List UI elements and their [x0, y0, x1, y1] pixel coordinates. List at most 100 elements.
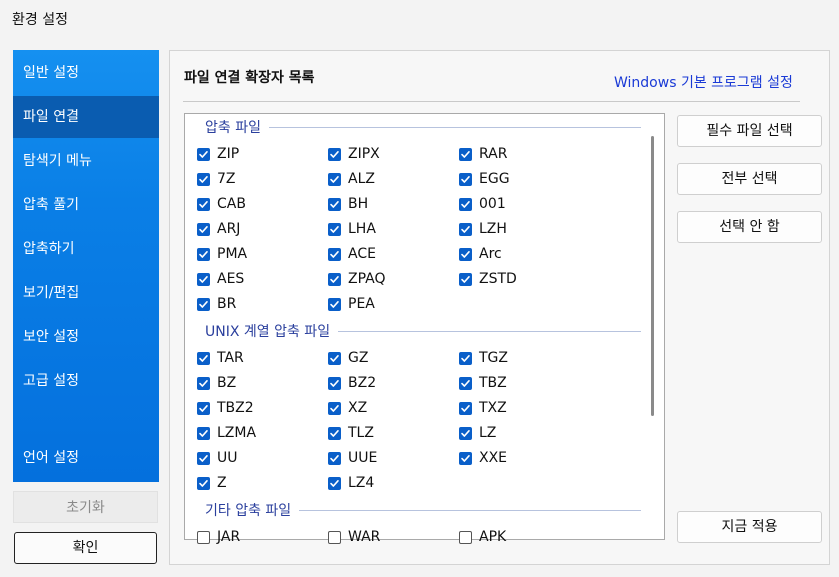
- checkbox-checked-icon[interactable]: [328, 172, 341, 186]
- checkbox-checked-icon[interactable]: [459, 351, 472, 365]
- extension-checkbox[interactable]: BZ2: [328, 373, 376, 393]
- checkbox-unchecked-icon[interactable]: [328, 530, 341, 544]
- checkbox-checked-icon[interactable]: [459, 272, 472, 286]
- extension-checkbox[interactable]: BZ: [197, 373, 236, 393]
- extension-checkbox[interactable]: ACE: [328, 244, 376, 264]
- extension-checkbox[interactable]: AES: [197, 269, 244, 289]
- checkbox-checked-icon[interactable]: [459, 172, 472, 186]
- checkbox-checked-icon[interactable]: [328, 376, 341, 390]
- extension-checkbox[interactable]: LZ: [459, 423, 496, 443]
- extension-checkbox[interactable]: XZ: [328, 398, 367, 418]
- extension-checkbox[interactable]: EGG: [459, 169, 510, 189]
- checkbox-checked-icon[interactable]: [197, 222, 210, 236]
- extension-checkbox[interactable]: Z: [197, 473, 227, 493]
- extension-checkbox[interactable]: JAR: [197, 527, 240, 547]
- extension-checkbox[interactable]: PEA: [328, 294, 375, 314]
- sidebar-item-language[interactable]: 언어 설정: [13, 437, 159, 479]
- sidebar-item-file-association[interactable]: 파일 연결: [13, 96, 159, 138]
- extension-checkbox[interactable]: UUE: [328, 448, 377, 468]
- ok-button[interactable]: 확인: [14, 532, 157, 564]
- checkbox-checked-icon[interactable]: [197, 401, 210, 415]
- extension-checkbox[interactable]: ALZ: [328, 169, 375, 189]
- extension-checkbox[interactable]: ZPAQ: [328, 269, 386, 289]
- select-required-button[interactable]: 필수 파일 선택: [677, 115, 822, 147]
- sidebar-item-security[interactable]: 보안 설정: [13, 316, 159, 358]
- sidebar-item-explorer-menu[interactable]: 탐색기 메뉴: [13, 140, 159, 182]
- extension-checkbox[interactable]: CAB: [197, 194, 246, 214]
- extension-checkbox[interactable]: Arc: [459, 244, 502, 264]
- sidebar-item-compress[interactable]: 압축하기: [13, 228, 159, 270]
- select-none-button[interactable]: 선택 안 함: [677, 211, 822, 243]
- checkbox-checked-icon[interactable]: [459, 401, 472, 415]
- checkbox-checked-icon[interactable]: [459, 147, 472, 161]
- checkbox-checked-icon[interactable]: [197, 476, 210, 490]
- extension-checkbox[interactable]: BH: [328, 194, 368, 214]
- checkbox-checked-icon[interactable]: [197, 247, 210, 261]
- windows-default-programs-link[interactable]: Windows 기본 프로그램 설정: [614, 72, 793, 92]
- checkbox-checked-icon[interactable]: [328, 147, 341, 161]
- checkbox-checked-icon[interactable]: [197, 351, 210, 365]
- reset-button[interactable]: 초기화: [13, 491, 158, 523]
- extension-checkbox[interactable]: ZIP: [197, 144, 239, 164]
- sidebar-item-extract[interactable]: 압축 풀기: [13, 184, 159, 226]
- extension-checkbox[interactable]: ARJ: [197, 219, 240, 239]
- checkbox-checked-icon[interactable]: [328, 272, 341, 286]
- extension-checkbox[interactable]: LZMA: [197, 423, 256, 443]
- extension-label: RAR: [479, 146, 508, 162]
- select-all-button[interactable]: 전부 선택: [677, 163, 822, 195]
- extension-checkbox[interactable]: APK: [459, 527, 506, 547]
- checkbox-checked-icon[interactable]: [459, 247, 472, 261]
- checkbox-unchecked-icon[interactable]: [197, 530, 210, 544]
- checkbox-unchecked-icon[interactable]: [459, 530, 472, 544]
- checkbox-checked-icon[interactable]: [197, 297, 210, 311]
- checkbox-checked-icon[interactable]: [328, 401, 341, 415]
- extension-checkbox[interactable]: PMA: [197, 244, 247, 264]
- extension-checkbox[interactable]: TAR: [197, 348, 244, 368]
- list-scrollbar[interactable]: [651, 136, 654, 416]
- checkbox-checked-icon[interactable]: [197, 197, 210, 211]
- extension-checkbox[interactable]: RAR: [459, 144, 507, 164]
- extension-checkbox[interactable]: GZ: [328, 348, 368, 368]
- checkbox-checked-icon[interactable]: [197, 172, 210, 186]
- extension-checkbox[interactable]: ZIPX: [328, 144, 380, 164]
- checkbox-checked-icon[interactable]: [459, 426, 472, 440]
- checkbox-checked-icon[interactable]: [459, 451, 472, 465]
- extension-checkbox[interactable]: TLZ: [328, 423, 374, 443]
- checkbox-checked-icon[interactable]: [328, 451, 341, 465]
- extension-checkbox[interactable]: UU: [197, 448, 238, 468]
- checkbox-checked-icon[interactable]: [328, 351, 341, 365]
- checkbox-checked-icon[interactable]: [328, 247, 341, 261]
- extension-label: TGZ: [479, 350, 508, 366]
- checkbox-checked-icon[interactable]: [328, 197, 341, 211]
- extension-checkbox[interactable]: ZSTD: [459, 269, 517, 289]
- extension-checkbox[interactable]: TGZ: [459, 348, 508, 368]
- extension-checkbox[interactable]: XXE: [459, 448, 507, 468]
- extension-checkbox[interactable]: LHA: [328, 219, 376, 239]
- checkbox-checked-icon[interactable]: [197, 376, 210, 390]
- apply-now-button[interactable]: 지금 적용: [677, 511, 822, 543]
- extension-checkbox[interactable]: BR: [197, 294, 236, 314]
- checkbox-checked-icon[interactable]: [197, 451, 210, 465]
- checkbox-checked-icon[interactable]: [197, 426, 210, 440]
- extension-checkbox[interactable]: LZ4: [328, 473, 374, 493]
- extension-checkbox[interactable]: TXZ: [459, 398, 507, 418]
- extension-checkbox[interactable]: WAR: [328, 527, 380, 547]
- checkbox-checked-icon[interactable]: [328, 222, 341, 236]
- extension-checkbox[interactable]: 7Z: [197, 169, 236, 189]
- checkbox-checked-icon[interactable]: [328, 426, 341, 440]
- checkbox-checked-icon[interactable]: [197, 272, 210, 286]
- checkbox-checked-icon[interactable]: [459, 197, 472, 211]
- sidebar-item-general[interactable]: 일반 설정: [13, 52, 159, 94]
- extension-checkbox[interactable]: 001: [459, 194, 506, 214]
- checkbox-checked-icon[interactable]: [328, 476, 341, 490]
- checkbox-checked-icon[interactable]: [197, 147, 210, 161]
- checkbox-checked-icon[interactable]: [459, 222, 472, 236]
- checkbox-checked-icon[interactable]: [459, 376, 472, 390]
- extension-checkbox[interactable]: LZH: [459, 219, 507, 239]
- sidebar-item-advanced[interactable]: 고급 설정: [13, 360, 159, 402]
- extension-label: TXZ: [479, 400, 507, 416]
- extension-checkbox[interactable]: TBZ2: [197, 398, 254, 418]
- extension-checkbox[interactable]: TBZ: [459, 373, 507, 393]
- sidebar-item-view-edit[interactable]: 보기/편집: [13, 272, 159, 314]
- checkbox-checked-icon[interactable]: [328, 297, 341, 311]
